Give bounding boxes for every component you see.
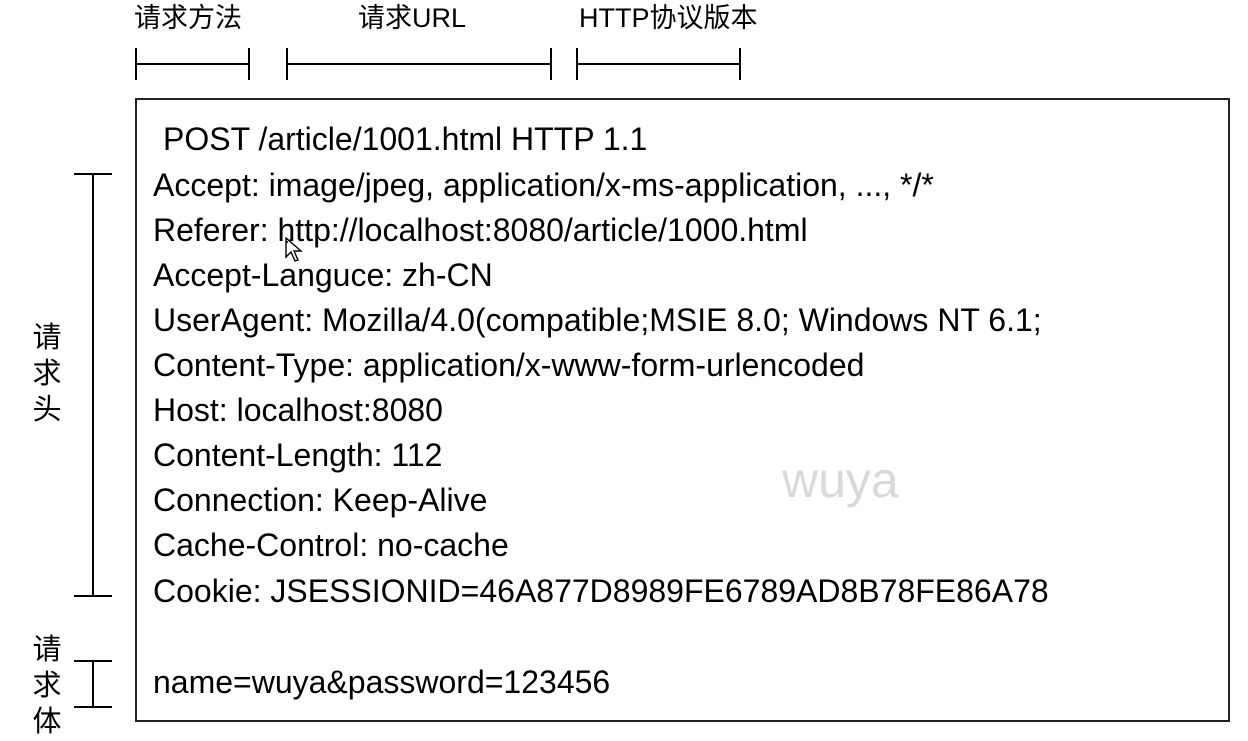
request-headers-label: 请求头 [32,322,62,426]
http-version-label: HTTP协议版本 [579,3,758,33]
http-version-bracket [576,48,741,80]
request-line: POST /article/1001.html HTTP 1.1 [163,121,648,157]
header-referer: Referer: http://localhost:8080/article/1… [153,212,808,248]
request-method-label: 请求方法 [134,3,242,33]
header-user-agent: UserAgent: Mozilla/4.0(compatible;MSIE 8… [153,302,1042,338]
header-connection: Connection: Keep-Alive [153,482,488,518]
request-body: name=wuya&password=123456 [153,664,611,700]
request-url-label: 请求URL [358,3,467,33]
mouse-pointer-icon [284,236,308,263]
request-body-label: 请求体 [32,634,62,738]
header-host: Host: localhost:8080 [153,392,443,428]
header-cache-control: Cache-Control: no-cache [153,527,509,563]
header-accept: Accept: image/jpeg, application/x-ms-app… [153,167,934,203]
header-content-length: Content-Length: 112 [153,437,443,473]
header-accept-language: Accept-Languce: zh-CN [153,257,493,293]
request-body-bracket [74,660,112,708]
request-url-bracket [286,48,552,80]
watermark: wuya [782,452,899,508]
header-cookie: Cookie: JSESSIONID=46A877D8989FE6789AD8B… [153,573,1049,609]
header-content-type: Content-Type: application/x-www-form-url… [153,347,865,383]
request-method-bracket [135,48,250,80]
request-headers-bracket [74,173,112,597]
